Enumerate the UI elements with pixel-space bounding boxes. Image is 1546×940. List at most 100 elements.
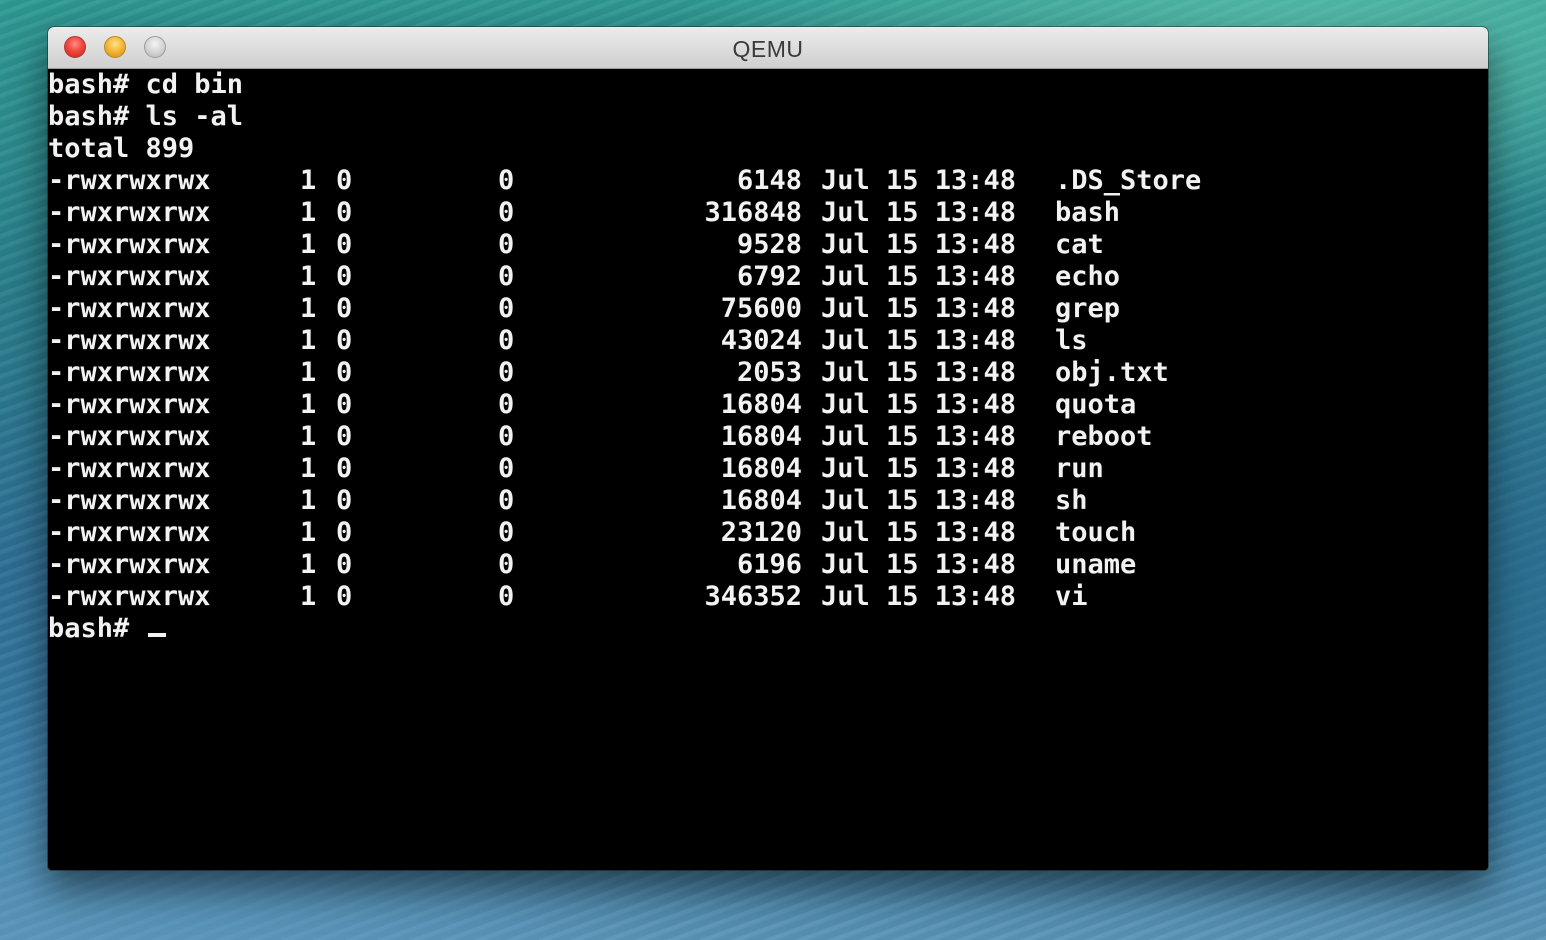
group-cell: 0 (498, 261, 515, 292)
file-name-cell: quota (1055, 389, 1137, 420)
permissions-cell: -rwxrwxrwx (48, 421, 211, 452)
link-count-cell: 1 (300, 549, 317, 580)
total-line: total 899 (48, 133, 195, 164)
group-cell: 0 (498, 517, 515, 548)
prompt-line[interactable]: bash# (48, 613, 1488, 645)
command-ls: bash# ls -al (48, 101, 244, 132)
permissions-cell: -rwxrwxrwx (48, 485, 211, 516)
group-cell: 0 (498, 325, 515, 356)
permissions-cell: -rwxrwxrwx (48, 517, 211, 548)
link-count-cell: 1 (300, 421, 317, 452)
listing-row: -rwxrwxrwx 1 0 0 16804 Jul 15 13:48 quota (48, 389, 1488, 421)
owner-cell: 0 (336, 357, 353, 388)
file-size-cell: 6148 (736, 165, 802, 196)
permissions-cell: -rwxrwxrwx (48, 581, 211, 612)
link-count-cell: 1 (300, 293, 317, 324)
prompt-text: bash# (48, 613, 146, 644)
permissions-cell: -rwxrwxrwx (48, 261, 211, 292)
file-name-cell: cat (1055, 229, 1104, 260)
owner-cell: 0 (336, 581, 353, 612)
command-cd: bash# cd bin (48, 69, 244, 100)
listing-row: -rwxrwxrwx 1 0 0 23120 Jul 15 13:48 touch (48, 517, 1488, 549)
file-size-cell: 75600 (720, 293, 802, 324)
permissions-cell: -rwxrwxrwx (48, 165, 211, 196)
owner-cell: 0 (336, 165, 353, 196)
group-cell: 0 (498, 421, 515, 452)
window-title: QEMU (732, 36, 804, 62)
permissions-cell: -rwxrwxrwx (48, 197, 211, 228)
link-count-cell: 1 (300, 357, 317, 388)
group-cell: 0 (498, 389, 515, 420)
listing-row: -rwxrwxrwx 1 0 0 75600 Jul 15 13:48 grep (48, 293, 1488, 325)
listing-row: -rwxrwxrwx 1 0 0 9528 Jul 15 13:48 cat (48, 229, 1488, 261)
date-cell: Jul 15 13:48 (821, 517, 1017, 548)
group-cell: 0 (498, 453, 515, 484)
group-cell: 0 (498, 197, 515, 228)
link-count-cell: 1 (300, 229, 317, 260)
date-cell: Jul 15 13:48 (821, 453, 1017, 484)
text-cursor (147, 633, 166, 637)
permissions-cell: -rwxrwxrwx (48, 325, 211, 356)
link-count-cell: 1 (300, 581, 317, 612)
file-name-cell: reboot (1055, 421, 1153, 452)
owner-cell: 0 (336, 549, 353, 580)
file-name-cell: vi (1055, 581, 1088, 612)
file-name-cell: echo (1055, 261, 1121, 292)
owner-cell: 0 (336, 389, 353, 420)
permissions-cell: -rwxrwxrwx (48, 549, 211, 580)
owner-cell: 0 (336, 325, 353, 356)
date-cell: Jul 15 13:48 (821, 549, 1017, 580)
date-cell: Jul 15 13:48 (821, 229, 1017, 260)
link-count-cell: 1 (300, 453, 317, 484)
file-size-cell: 16804 (720, 485, 802, 516)
terminal-line: total 899 (48, 133, 1488, 165)
qemu-window: QEMU bash# cd bin bash# ls -al total 899… (48, 27, 1488, 870)
link-count-cell: 1 (300, 261, 317, 292)
file-size-cell: 346352 (704, 581, 802, 612)
group-cell: 0 (498, 549, 515, 580)
title-bar[interactable]: QEMU (48, 27, 1488, 69)
permissions-cell: -rwxrwxrwx (48, 357, 211, 388)
file-size-cell: 316848 (704, 197, 802, 228)
link-count-cell: 1 (300, 165, 317, 196)
date-cell: Jul 15 13:48 (821, 357, 1017, 388)
listing-row: -rwxrwxrwx 1 0 0 6148 Jul 15 13:48 .DS_Store (48, 165, 1488, 197)
file-size-cell: 23120 (720, 517, 802, 548)
owner-cell: 0 (336, 293, 353, 324)
link-count-cell: 1 (300, 325, 317, 356)
file-name-cell: uname (1055, 549, 1137, 580)
file-name-cell: obj.txt (1055, 357, 1169, 388)
file-size-cell: 16804 (720, 389, 802, 420)
group-cell: 0 (498, 357, 515, 388)
owner-cell: 0 (336, 197, 353, 228)
date-cell: Jul 15 13:48 (821, 261, 1017, 292)
date-cell: Jul 15 13:48 (821, 165, 1017, 196)
terminal-screen[interactable]: bash# cd bin bash# ls -al total 899 -rwx… (48, 69, 1488, 870)
file-name-cell: bash (1055, 197, 1121, 228)
date-cell: Jul 15 13:48 (821, 485, 1017, 516)
listing-row: -rwxrwxrwx 1 0 0 316848 Jul 15 13:48 bash (48, 197, 1488, 229)
date-cell: Jul 15 13:48 (821, 197, 1017, 228)
file-size-cell: 43024 (720, 325, 802, 356)
file-name-cell: sh (1055, 485, 1088, 516)
file-size-cell: 6792 (736, 261, 802, 292)
file-size-cell: 16804 (720, 453, 802, 484)
listing-row: -rwxrwxrwx 1 0 0 346352 Jul 15 13:48 vi (48, 581, 1488, 613)
link-count-cell: 1 (300, 517, 317, 548)
link-count-cell: 1 (300, 389, 317, 420)
file-name-cell: touch (1055, 517, 1137, 548)
file-name-cell: grep (1055, 293, 1121, 324)
date-cell: Jul 15 13:48 (821, 293, 1017, 324)
file-name-cell: ls (1055, 325, 1088, 356)
file-size-cell: 2053 (736, 357, 802, 388)
permissions-cell: -rwxrwxrwx (48, 293, 211, 324)
date-cell: Jul 15 13:48 (821, 421, 1017, 452)
owner-cell: 0 (336, 517, 353, 548)
group-cell: 0 (498, 581, 515, 612)
listing-row: -rwxrwxrwx 1 0 0 16804 Jul 15 13:48 run (48, 453, 1488, 485)
owner-cell: 0 (336, 261, 353, 292)
owner-cell: 0 (336, 453, 353, 484)
listing-row: -rwxrwxrwx 1 0 0 6196 Jul 15 13:48 uname (48, 549, 1488, 581)
listing-row: -rwxrwxrwx 1 0 0 6792 Jul 15 13:48 echo (48, 261, 1488, 293)
terminal-line: bash# cd bin (48, 69, 1488, 101)
